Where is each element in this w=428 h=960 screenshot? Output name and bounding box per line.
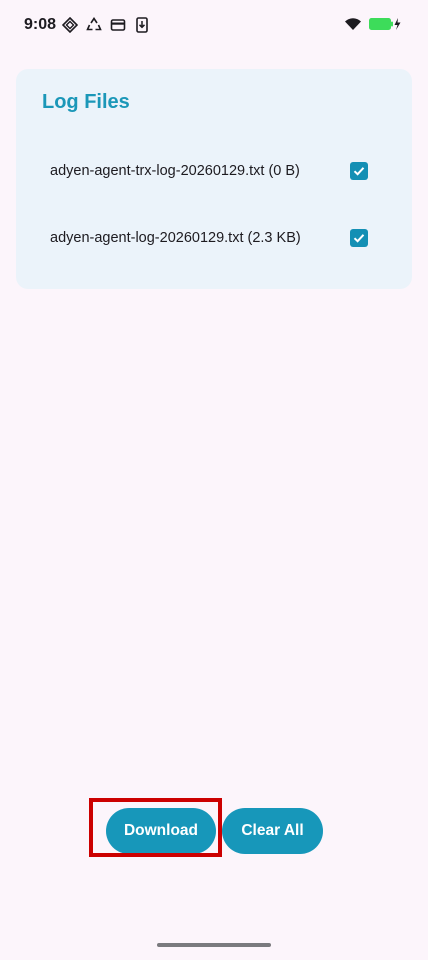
file-row[interactable]: adyen-agent-log-20260129.txt (2.3 KB) (50, 221, 370, 255)
file-row[interactable]: adyen-agent-trx-log-20260129.txt (0 B) (50, 154, 370, 188)
file-checkbox[interactable] (350, 162, 368, 180)
status-system-icons (344, 16, 402, 37)
checkmark-icon (353, 167, 365, 176)
recycle-icon (86, 17, 102, 33)
card-icon (110, 17, 126, 33)
status-time: 9:08 (24, 16, 57, 33)
battery-charging-icon (368, 16, 402, 37)
file-label: adyen-agent-trx-log-20260129.txt (0 B) (50, 163, 300, 179)
status-bar: 9:08 (0, 0, 428, 52)
file-checkbox[interactable] (350, 229, 368, 247)
file-label: adyen-agent-log-20260129.txt (2.3 KB) (50, 230, 301, 246)
log-files-title: Log Files (42, 91, 130, 113)
highlight-box (89, 798, 222, 857)
log-files-card: Log Files adyen-agent-trx-log-20260129.t… (16, 69, 412, 289)
clear-all-button[interactable]: Clear All (222, 808, 323, 854)
phone-download-icon (134, 17, 150, 33)
settings-diamond-icon (61, 16, 79, 34)
wifi-icon (344, 16, 362, 37)
checkmark-icon (353, 234, 365, 243)
home-indicator[interactable] (157, 943, 271, 947)
status-notification-icons (61, 16, 150, 34)
